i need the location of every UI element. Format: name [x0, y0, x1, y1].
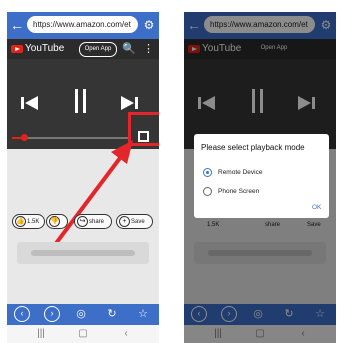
like-button[interactable]: 👍 1.5K [12, 214, 45, 229]
cast-icon[interactable]: ◎ [73, 306, 89, 322]
radio-unselected-icon[interactable] [203, 187, 212, 196]
save-button[interactable]: + Save [116, 214, 153, 229]
refresh-icon[interactable]: ↻ [104, 306, 120, 322]
dialog-title: Please select playback mode [201, 143, 305, 152]
system-nav-bar: ||| ▢ ‹ [7, 325, 159, 343]
radio-selected-icon[interactable] [203, 168, 212, 177]
star-icon[interactable]: ☆ [135, 306, 151, 322]
option-label: Remote Device [218, 169, 263, 176]
recent-apps-icon[interactable]: ||| [34, 327, 48, 341]
phone-screen-right: ← https://www.amazon.com/et ⚙ YouTube Op… [184, 12, 336, 343]
option-label: Phone Screen [218, 188, 260, 195]
home-icon[interactable]: ▢ [76, 327, 90, 341]
content-placeholder [17, 242, 149, 264]
thumbs-down-icon: 👎 [49, 216, 60, 227]
ok-button[interactable]: OK [312, 204, 321, 211]
back-circle-icon[interactable]: ‹ [14, 306, 30, 322]
share-icon: ↪ [77, 216, 88, 227]
share-button[interactable]: ↪ share [74, 214, 112, 229]
video-action-bar: 👍 1.5K 👎 ↪ share + Save [7, 212, 159, 232]
back-icon[interactable]: ‹ [119, 327, 133, 341]
dislike-button[interactable]: 👎 [46, 214, 68, 229]
share-label: share [89, 219, 105, 225]
save-label: Save [131, 219, 145, 225]
browser-toolbar: ‹ › ◎ ↻ ☆ [7, 304, 159, 325]
phone-screen-left: ← https://www.amazon.com/et ⚙ YouTube Op… [7, 12, 159, 343]
thumbs-up-icon: 👍 [15, 216, 26, 227]
playback-mode-dialog: Please select playback mode Remote Devic… [194, 134, 329, 218]
pointer-arrow [40, 140, 133, 264]
forward-circle-icon[interactable]: › [44, 306, 60, 322]
like-count: 1.5K [27, 219, 40, 225]
plus-icon: + [119, 216, 130, 227]
